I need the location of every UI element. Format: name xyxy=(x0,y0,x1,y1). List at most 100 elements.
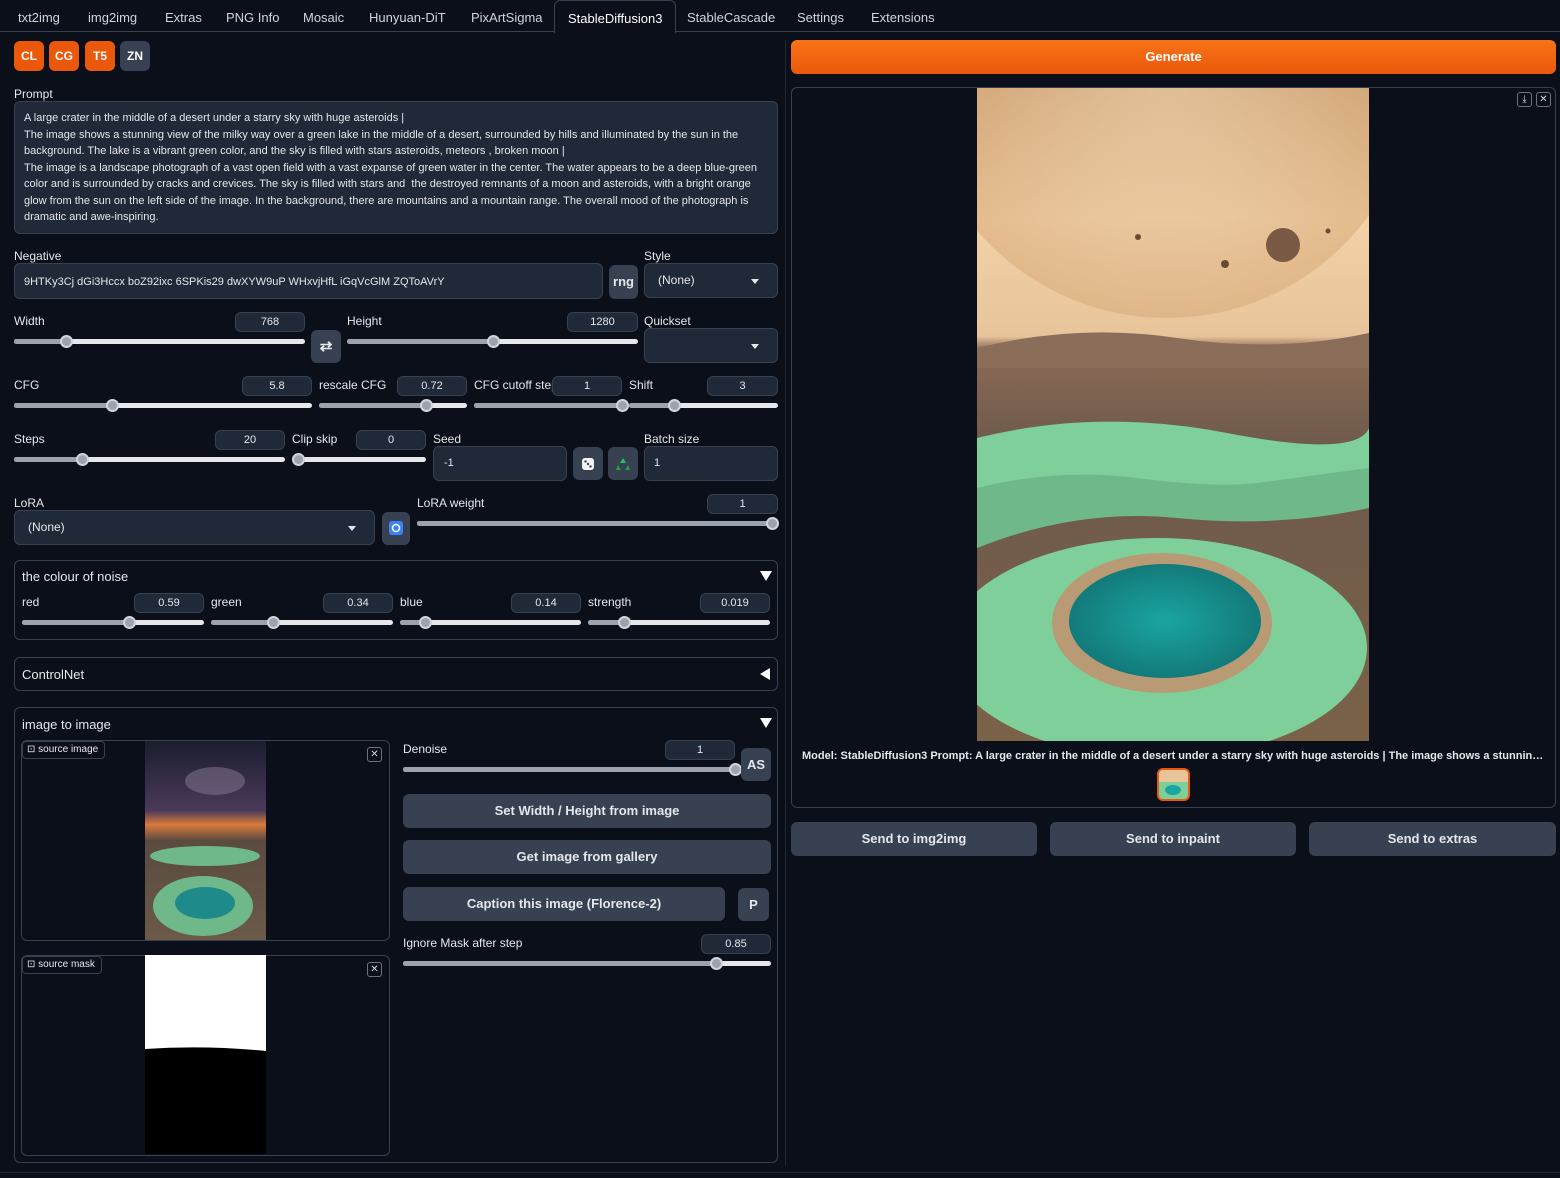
cfg-input[interactable]: 5.8 xyxy=(242,376,312,396)
close-icon[interactable]: ✕ xyxy=(1536,92,1551,107)
noise-red-label: red xyxy=(22,595,40,609)
noise-strength-input[interactable]: 0.019 xyxy=(700,593,770,613)
noise-red-slider[interactable] xyxy=(22,616,204,629)
cfg-slider[interactable] xyxy=(14,399,312,412)
batch-size-input[interactable]: 1 xyxy=(644,446,778,481)
ignore-mask-input[interactable]: 0.85 xyxy=(701,934,771,954)
send-to-extras-button[interactable]: Send to extras xyxy=(1309,822,1556,856)
random-seed-button[interactable] xyxy=(573,447,603,480)
tab-stablediffusion3[interactable]: StableDiffusion3 xyxy=(554,0,677,33)
cfg-cutoff-label: CFG cutoff step xyxy=(474,378,558,392)
shift-slider[interactable] xyxy=(629,399,778,412)
clip-skip-label: Clip skip xyxy=(292,432,338,446)
noise-red-input[interactable]: 0.59 xyxy=(134,593,204,613)
source-mask-thumbnail xyxy=(145,955,266,1154)
shift-input[interactable]: 3 xyxy=(707,376,778,396)
noise-strength-slider[interactable] xyxy=(588,616,770,629)
send-to-img2img-button[interactable]: Send to img2img xyxy=(791,822,1037,856)
noise-green-label: green xyxy=(211,595,242,609)
image-icon: ⊡ xyxy=(27,744,39,755)
caption-image-button[interactable]: Caption this image (Florence-2) xyxy=(403,887,725,921)
clip-skip-slider[interactable] xyxy=(292,453,426,466)
thumbnail-preview xyxy=(1159,770,1188,795)
width-slider[interactable] xyxy=(14,335,305,348)
toggle-cg-button[interactable]: CG xyxy=(49,41,79,71)
footer-divider xyxy=(0,1172,1560,1173)
tab-hunyuan-dit[interactable]: Hunyuan-DiT xyxy=(369,0,446,32)
denoise-input[interactable]: 1 xyxy=(665,740,735,760)
lora-weight-label: LoRA weight xyxy=(417,496,485,510)
prompt-label: Prompt xyxy=(14,87,53,101)
controlnet-accordion[interactable] xyxy=(14,657,778,691)
noise-blue-input[interactable]: 0.14 xyxy=(511,593,581,613)
toggle-cl-button[interactable]: CL xyxy=(14,41,44,71)
prompt-textarea[interactable]: A large crater in the middle of a desert… xyxy=(14,101,778,234)
lora-weight-slider[interactable] xyxy=(417,517,779,530)
prompt-from-caption-button[interactable]: P xyxy=(738,888,769,921)
noise-green-input[interactable]: 0.34 xyxy=(323,593,393,613)
width-input[interactable]: 768 xyxy=(235,312,305,332)
generated-image[interactable] xyxy=(977,88,1369,741)
reuse-seed-button[interactable] xyxy=(608,447,638,480)
quickset-label: Quickset xyxy=(644,314,691,328)
refresh-lora-button[interactable] xyxy=(382,512,410,545)
clear-source-mask-button[interactable]: ✕ xyxy=(367,962,382,977)
rng-button[interactable]: rng xyxy=(609,265,638,299)
swap-dimensions-button[interactable]: ⇄ xyxy=(311,330,341,363)
lora-weight-input[interactable]: 1 xyxy=(707,494,778,514)
ignore-mask-label: Ignore Mask after step xyxy=(403,936,523,950)
negative-textarea[interactable]: 9HTKy3Cj dGi3Hccx boZ92ixc 6SPKis29 dwXY… xyxy=(14,263,603,299)
cfg-cutoff-slider[interactable] xyxy=(474,399,629,412)
width-label: Width xyxy=(14,314,45,328)
swap-icon: ⇄ xyxy=(319,338,333,355)
rescale-cfg-input[interactable]: 0.72 xyxy=(397,376,467,396)
cfg-cutoff-input[interactable]: 1 xyxy=(552,376,622,396)
expand-triangle-icon[interactable] xyxy=(760,668,770,680)
steps-slider[interactable] xyxy=(14,453,285,466)
toggle-zn-button[interactable]: ZN xyxy=(120,41,150,71)
height-slider[interactable] xyxy=(347,335,638,348)
negative-label: Negative xyxy=(14,249,62,263)
send-to-inpaint-button[interactable]: Send to inpaint xyxy=(1050,822,1296,856)
get-image-from-gallery-button[interactable]: Get image from gallery xyxy=(403,840,771,874)
img2img-title: image to image xyxy=(22,717,111,732)
tab-settings[interactable]: Settings xyxy=(797,0,844,32)
tab-png-info[interactable]: PNG Info xyxy=(226,0,279,32)
tab-extensions[interactable]: Extensions xyxy=(871,0,935,32)
style-dropdown[interactable]: (None) xyxy=(644,263,778,298)
image-icon: ⊡ xyxy=(27,959,39,970)
download-icon[interactable]: ⤓ xyxy=(1517,92,1532,107)
lora-dropdown[interactable]: (None) xyxy=(14,510,375,545)
tab-bar: txt2img img2img Extras PNG Info Mosaic H… xyxy=(0,0,1560,33)
ignore-mask-slider[interactable] xyxy=(403,957,771,970)
tab-img2img[interactable]: img2img xyxy=(88,0,137,32)
rescale-cfg-slider[interactable] xyxy=(319,399,467,412)
clear-source-image-button[interactable]: ✕ xyxy=(367,747,382,762)
noise-blue-label: blue xyxy=(400,595,423,609)
generate-button[interactable]: Generate xyxy=(791,40,1556,74)
style-value: (None) xyxy=(658,273,695,287)
seed-input[interactable]: -1 xyxy=(433,446,567,481)
height-input[interactable]: 1280 xyxy=(567,312,638,332)
chevron-down-icon xyxy=(348,525,356,531)
noise-blue-slider[interactable] xyxy=(400,616,581,629)
cfg-label: CFG xyxy=(14,378,40,392)
collapse-triangle-icon[interactable] xyxy=(760,718,772,728)
denoise-slider[interactable] xyxy=(403,763,742,776)
collapse-triangle-icon[interactable] xyxy=(760,571,772,581)
auto-size-button[interactable]: AS xyxy=(741,748,771,781)
controlnet-title: ControlNet xyxy=(22,667,85,682)
tab-extras[interactable]: Extras xyxy=(165,0,202,32)
quickset-dropdown[interactable] xyxy=(644,328,778,363)
output-thumbnail[interactable] xyxy=(1157,768,1190,801)
clip-skip-input[interactable]: 0 xyxy=(356,430,426,450)
steps-label: Steps xyxy=(14,432,45,446)
toggle-t5-button[interactable]: T5 xyxy=(85,41,115,71)
set-width-height-button[interactable]: Set Width / Height from image xyxy=(403,794,771,828)
tab-stablecascade[interactable]: StableCascade xyxy=(687,0,775,32)
steps-input[interactable]: 20 xyxy=(215,430,285,450)
noise-green-slider[interactable] xyxy=(211,616,393,629)
tab-mosaic[interactable]: Mosaic xyxy=(303,0,344,32)
tab-txt2img[interactable]: txt2img xyxy=(18,0,60,32)
tab-pixartsigma[interactable]: PixArtSigma xyxy=(471,0,543,32)
